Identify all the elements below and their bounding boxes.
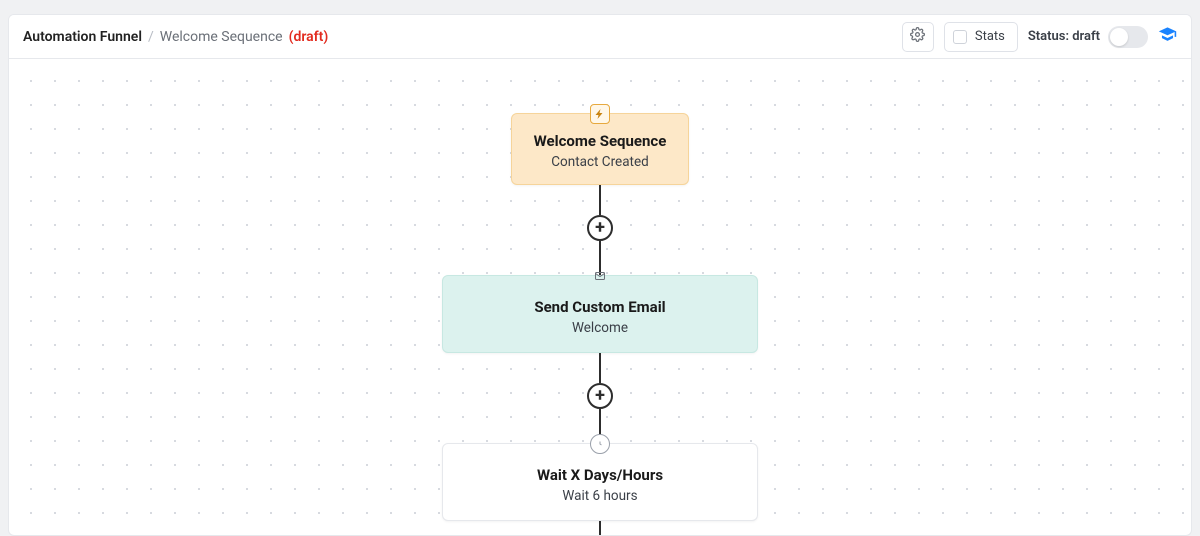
- status-label: Status: draft: [1028, 29, 1100, 44]
- email-node[interactable]: Send Custom Email Welcome: [442, 275, 758, 353]
- breadcrumb-separator: /: [148, 29, 154, 45]
- help-button[interactable]: [1158, 25, 1177, 48]
- header-bar: Automation Funnel / Welcome Sequence (dr…: [9, 15, 1191, 59]
- connector-line: [599, 521, 601, 536]
- connector-line: [599, 353, 601, 383]
- trigger-node-subtitle: Contact Created: [522, 154, 678, 170]
- status-toggle[interactable]: [1108, 26, 1148, 48]
- clock-icon: [590, 434, 610, 454]
- stats-label: Stats: [975, 29, 1005, 44]
- graduation-cap-icon: [1158, 25, 1177, 48]
- trigger-node[interactable]: Welcome Sequence Contact Created: [511, 113, 689, 185]
- add-step-button[interactable]: +: [587, 215, 613, 241]
- wait-node-title: Wait X Days/Hours: [453, 466, 747, 484]
- wait-node[interactable]: Wait X Days/Hours Wait 6 hours: [442, 443, 758, 521]
- automation-canvas[interactable]: Welcome Sequence Contact Created + Send …: [9, 59, 1191, 535]
- add-step-button[interactable]: +: [587, 383, 613, 409]
- breadcrumb: Automation Funnel / Welcome Sequence (dr…: [23, 29, 328, 45]
- email-icon: [590, 266, 610, 286]
- bolt-icon: [590, 104, 610, 124]
- wait-node-subtitle: Wait 6 hours: [453, 488, 747, 504]
- trigger-node-title: Welcome Sequence: [522, 132, 678, 150]
- flow-column: Welcome Sequence Contact Created + Send …: [9, 113, 1191, 536]
- stats-checkbox[interactable]: [953, 30, 967, 44]
- email-node-title: Send Custom Email: [453, 298, 747, 316]
- status-section: Status: draft: [1028, 26, 1148, 48]
- connector-line: [599, 185, 601, 215]
- settings-button[interactable]: [902, 22, 934, 52]
- breadcrumb-funnel-name[interactable]: Welcome Sequence: [160, 29, 283, 45]
- breadcrumb-draft-badge: (draft): [289, 29, 329, 45]
- breadcrumb-root[interactable]: Automation Funnel: [23, 29, 142, 45]
- stats-toggle-button[interactable]: Stats: [944, 22, 1018, 52]
- gear-icon: [910, 27, 925, 46]
- email-node-subtitle: Welcome: [453, 320, 747, 336]
